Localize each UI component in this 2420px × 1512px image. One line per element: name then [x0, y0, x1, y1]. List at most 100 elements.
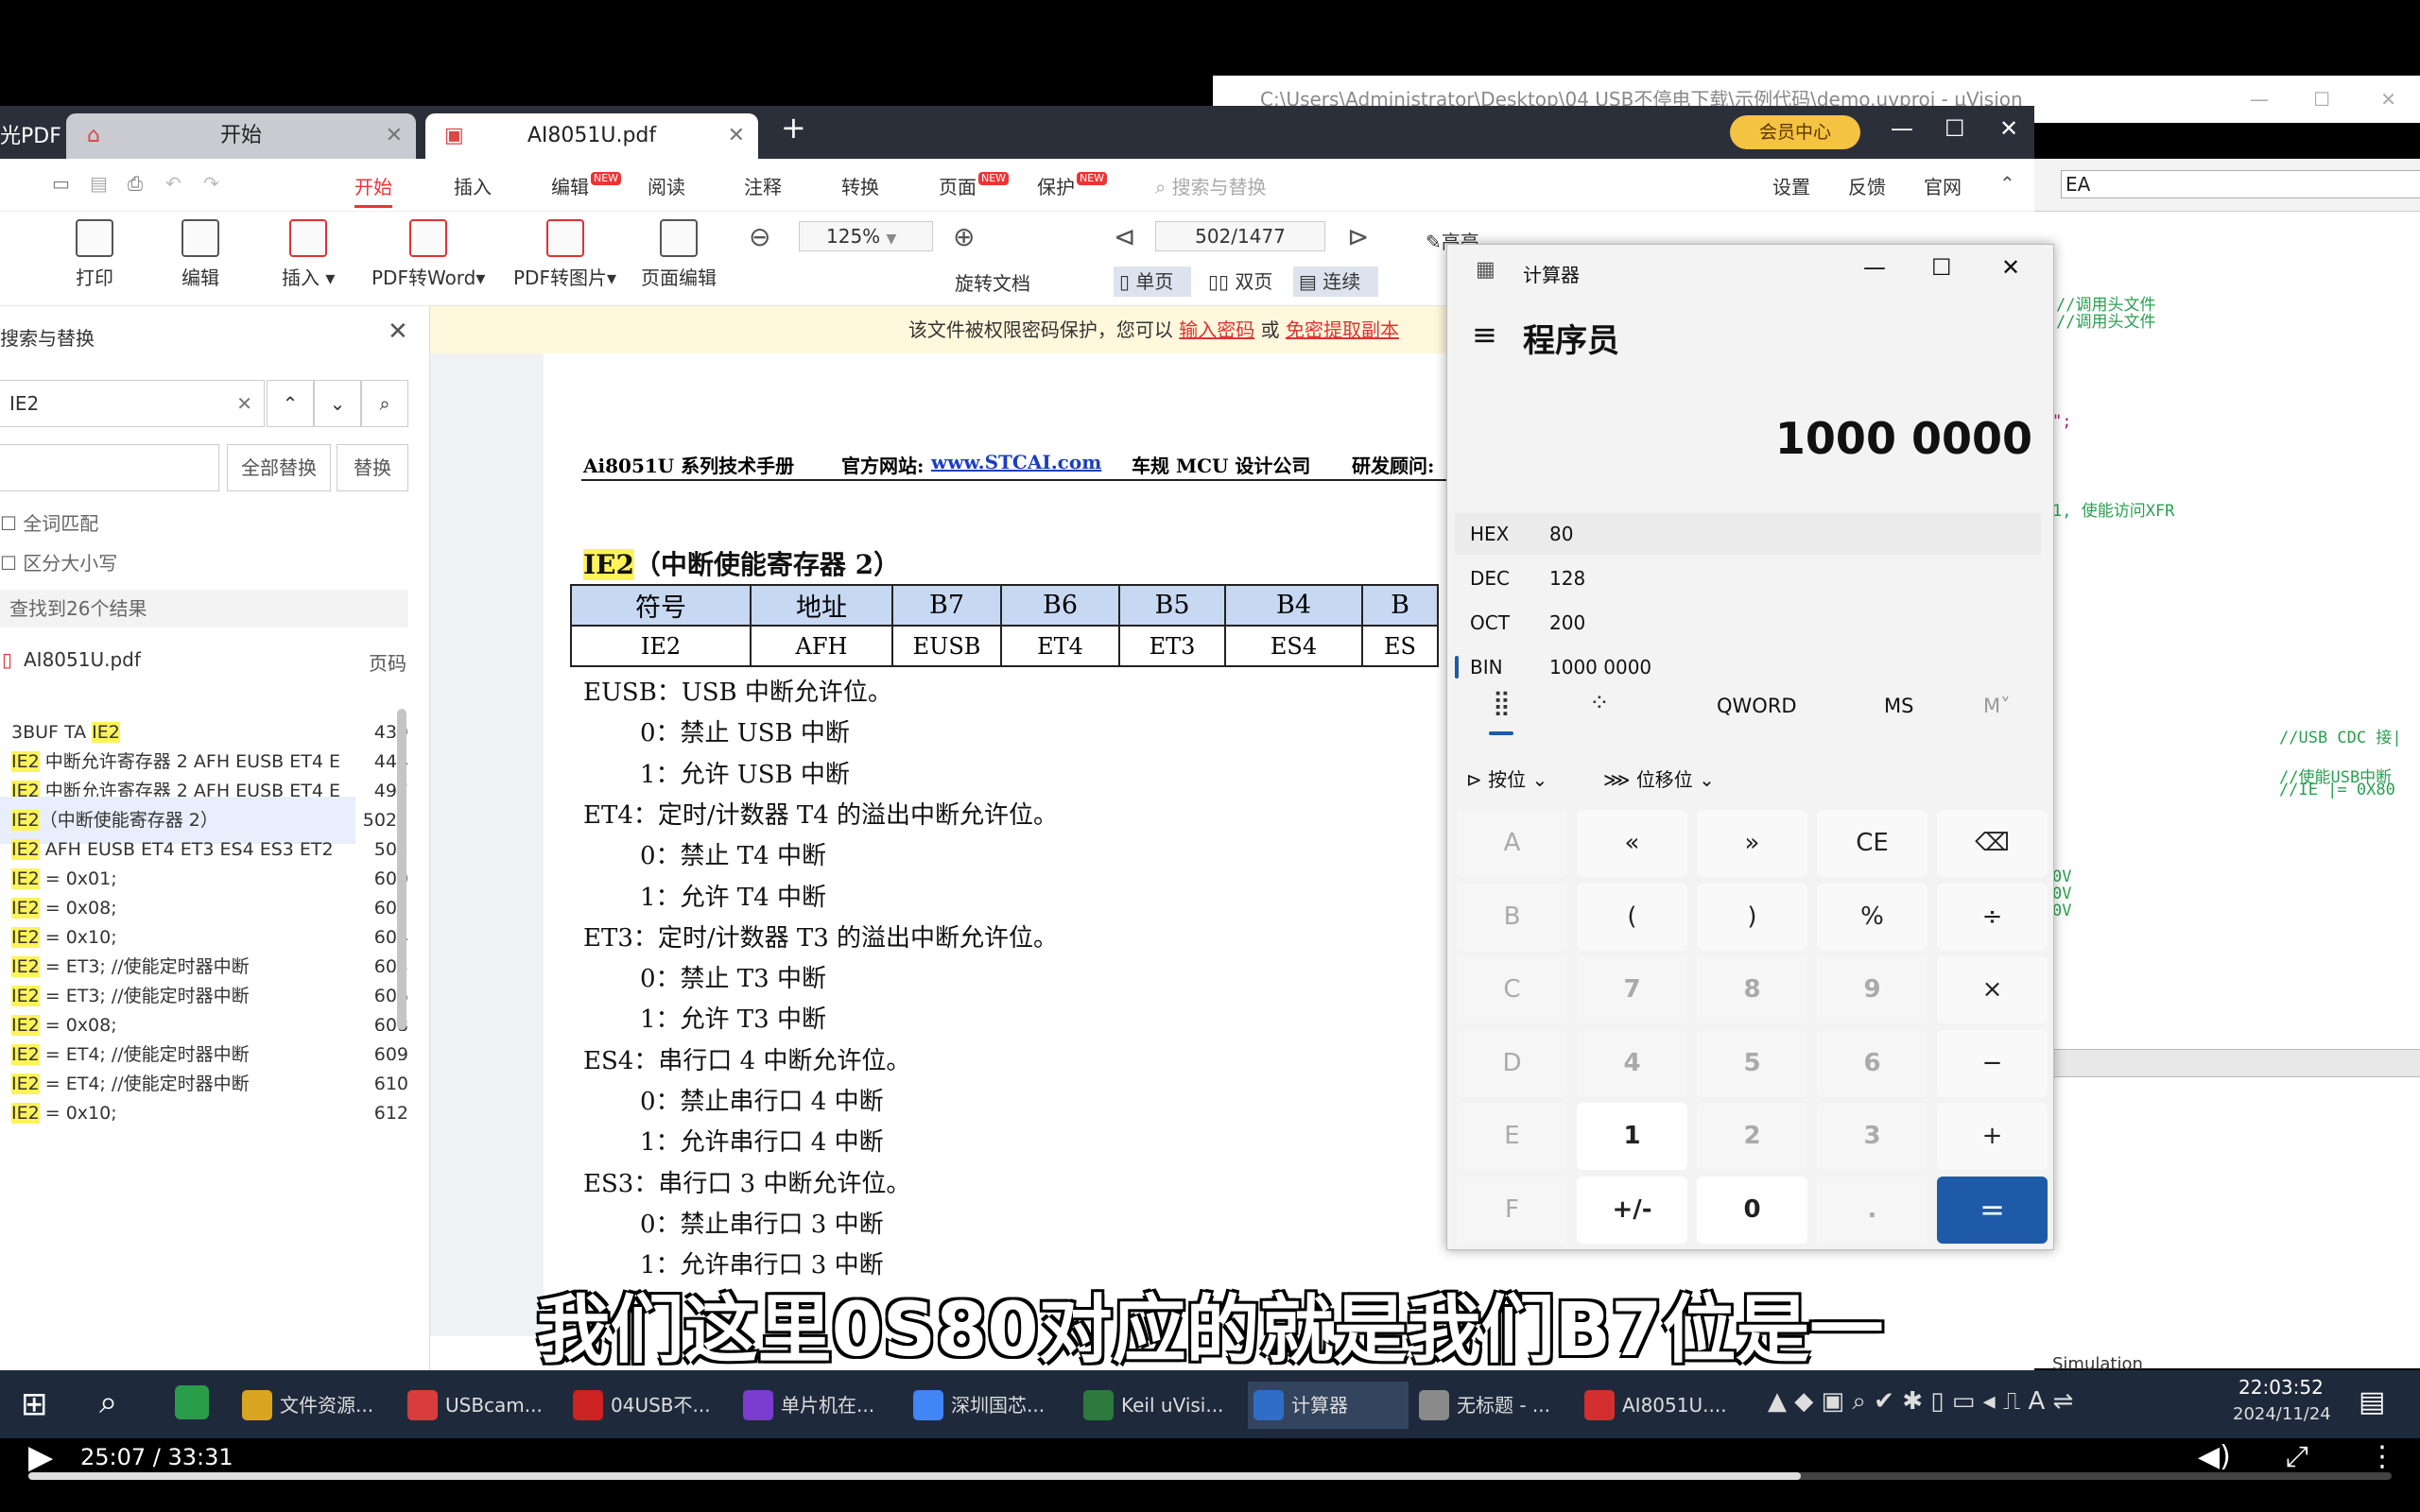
- bitshift-button[interactable]: ⋙ 位移位 ⌄: [1603, 765, 1715, 792]
- fullscreen-icon[interactable]: ⤢: [2286, 1440, 2308, 1473]
- zoom-select[interactable]: 125% ▼: [799, 221, 933, 251]
- match-case-checkbox[interactable]: ☐ 区分大小写: [0, 548, 117, 576]
- menu-insert[interactable]: 插入: [454, 172, 492, 199]
- taskbar-item[interactable]: 计算器: [1248, 1382, 1409, 1429]
- taskbar-item[interactable]: 深圳国芯...: [908, 1382, 1068, 1429]
- maximize-icon[interactable]: ☐: [1931, 254, 1952, 281]
- save-icon[interactable]: ▤: [90, 172, 108, 195]
- volume-icon[interactable]: ◀): [2198, 1440, 2231, 1473]
- search-icon[interactable]: ⌕: [99, 1383, 117, 1421]
- maximize-icon[interactable]: ☐: [2313, 76, 2330, 123]
- match-whole-checkbox[interactable]: ☐ 全词匹配: [0, 508, 98, 536]
- close-icon[interactable]: ✕: [2380, 76, 2396, 123]
- page-edit-button[interactable]: 页面编辑: [641, 219, 717, 290]
- to-image-button[interactable]: PDF转图片▾: [513, 219, 616, 290]
- menu-start[interactable]: 开始: [354, 172, 392, 208]
- page-number-input[interactable]: 502/1477: [1155, 221, 1325, 251]
- results-scrollbar[interactable]: [397, 709, 406, 1030]
- extract-copy-link[interactable]: 免密提取副本: [1286, 318, 1399, 341]
- maximize-icon[interactable]: ☐: [1945, 115, 1965, 142]
- key-7[interactable]: ): [1697, 883, 1807, 951]
- menu-search[interactable]: ⌕ 搜索与替换: [1155, 172, 1267, 199]
- enter-password-link[interactable]: 输入密码: [1179, 318, 1254, 341]
- key-14[interactable]: ×: [1937, 956, 2048, 1023]
- radix-row-hex[interactable]: HEX 80: [1455, 513, 2041, 555]
- taskbar-item[interactable]: 单片机在...: [737, 1382, 898, 1429]
- menu-page[interactable]: 页面 NEW: [939, 172, 1010, 199]
- minimize-icon[interactable]: —: [1891, 115, 1913, 142]
- previous-result-button[interactable]: ⌃: [267, 380, 314, 427]
- key-1[interactable]: «: [1577, 810, 1687, 877]
- continuous-button[interactable]: ▤ 连续: [1293, 266, 1378, 297]
- new-tab-icon[interactable]: +: [781, 110, 806, 146]
- vip-button[interactable]: 会员中心: [1730, 115, 1860, 149]
- site-link[interactable]: www.STCAI.com: [931, 451, 1101, 473]
- key-27[interactable]: 0: [1697, 1176, 1807, 1244]
- tab-document[interactable]: ▣ AI8051U.pdf ✕: [425, 113, 758, 159]
- double-page-button[interactable]: ▯▯ 双页: [1208, 266, 1272, 297]
- menu-edit[interactable]: 编辑 NEW: [551, 172, 622, 199]
- taskbar-item[interactable]: Keil uVisi...: [1078, 1382, 1238, 1429]
- zoom-out-icon[interactable]: ⊖: [749, 221, 770, 252]
- bit-toggle-icon[interactable]: ⁘: [1589, 689, 1610, 717]
- collapse-ribbon-icon[interactable]: ⌃: [1999, 172, 2015, 195]
- key-8[interactable]: %: [1817, 883, 1927, 951]
- bitwise-button[interactable]: ⊳ 按位 ⌄: [1466, 765, 1547, 792]
- more-icon[interactable]: ⋮: [2368, 1440, 2396, 1473]
- single-page-button[interactable]: ▯ 单页: [1114, 266, 1191, 297]
- search-result[interactable]: IE2 = 0x10; 612: [11, 1090, 408, 1137]
- radix-row-dec[interactable]: DEC 128: [1455, 558, 2041, 599]
- minimize-icon[interactable]: —: [2250, 76, 2269, 123]
- memory-store-button[interactable]: MS: [1884, 695, 1913, 717]
- search-icon[interactable]: ⌕: [361, 380, 408, 427]
- radix-row-oct[interactable]: OCT 200: [1455, 602, 2041, 644]
- video-progress-bar[interactable]: [28, 1472, 2392, 1480]
- edit-button[interactable]: 编辑: [182, 219, 219, 290]
- close-icon[interactable]: ✕: [728, 113, 745, 159]
- keypad-icon[interactable]: ⣿: [1493, 689, 1511, 717]
- wechat-icon[interactable]: [175, 1385, 209, 1419]
- menu-convert[interactable]: 转换: [841, 172, 879, 199]
- menu-website[interactable]: 官网: [1924, 172, 1962, 199]
- key-4[interactable]: ⌫: [1937, 810, 2048, 877]
- minimize-icon[interactable]: —: [1863, 254, 1886, 281]
- print-icon[interactable]: ⎙: [128, 172, 143, 195]
- hamburger-icon[interactable]: ≡: [1472, 317, 1497, 352]
- taskbar-item[interactable]: AI8051U....: [1579, 1382, 1739, 1429]
- taskbar-item[interactable]: 文件资源...: [236, 1382, 397, 1429]
- print-button[interactable]: 打印: [76, 219, 113, 290]
- undo-icon[interactable]: ↶: [165, 172, 182, 195]
- uvision-combo[interactable]: EA: [2061, 170, 2420, 198]
- key-26[interactable]: +/-: [1577, 1176, 1687, 1244]
- key-6[interactable]: (: [1577, 883, 1687, 951]
- menu-read[interactable]: 阅读: [648, 172, 685, 199]
- key-21[interactable]: 1: [1577, 1103, 1687, 1170]
- notification-icon[interactable]: ▤: [2359, 1385, 2385, 1418]
- menu-feedback[interactable]: 反馈: [1848, 172, 1886, 199]
- tab-home[interactable]: ⌂ 开始 ✕: [66, 113, 416, 159]
- replace-all-button[interactable]: 全部替换: [227, 444, 331, 491]
- next-page-icon[interactable]: ⊳: [1347, 221, 1369, 252]
- key-19[interactable]: −: [1937, 1029, 2048, 1097]
- taskbar-item[interactable]: 04USB不...: [567, 1382, 728, 1429]
- zoom-in-icon[interactable]: ⊕: [953, 221, 975, 252]
- key-2[interactable]: »: [1697, 810, 1807, 877]
- taskbar-item[interactable]: USBcam...: [402, 1382, 562, 1429]
- redo-icon[interactable]: ↷: [203, 172, 219, 195]
- key-9[interactable]: ÷: [1937, 883, 2048, 951]
- close-icon[interactable]: ✕: [386, 113, 403, 159]
- replace-button[interactable]: 替换: [337, 444, 408, 491]
- key-29[interactable]: =: [1937, 1176, 2048, 1244]
- close-icon[interactable]: ✕: [1999, 115, 2018, 142]
- play-icon[interactable]: ▶: [28, 1438, 53, 1476]
- next-result-button[interactable]: ⌄: [314, 380, 361, 427]
- prev-page-icon[interactable]: ⊲: [1114, 221, 1135, 252]
- menu-protect[interactable]: 保护 NEW: [1037, 172, 1108, 199]
- start-icon[interactable]: ⊞: [21, 1385, 48, 1423]
- close-icon[interactable]: ✕: [2001, 254, 2020, 281]
- key-3[interactable]: CE: [1817, 810, 1927, 877]
- tray-icons[interactable]: ▲ ◆ ▣ ⌕ ✔ ✱ ▯ ▭ ◂ ⎍ A ⇌: [1768, 1387, 2073, 1417]
- clear-icon[interactable]: ✕: [236, 381, 252, 426]
- insert-button[interactable]: 插入 ▾: [282, 219, 335, 290]
- word-size-button[interactable]: QWORD: [1717, 695, 1797, 717]
